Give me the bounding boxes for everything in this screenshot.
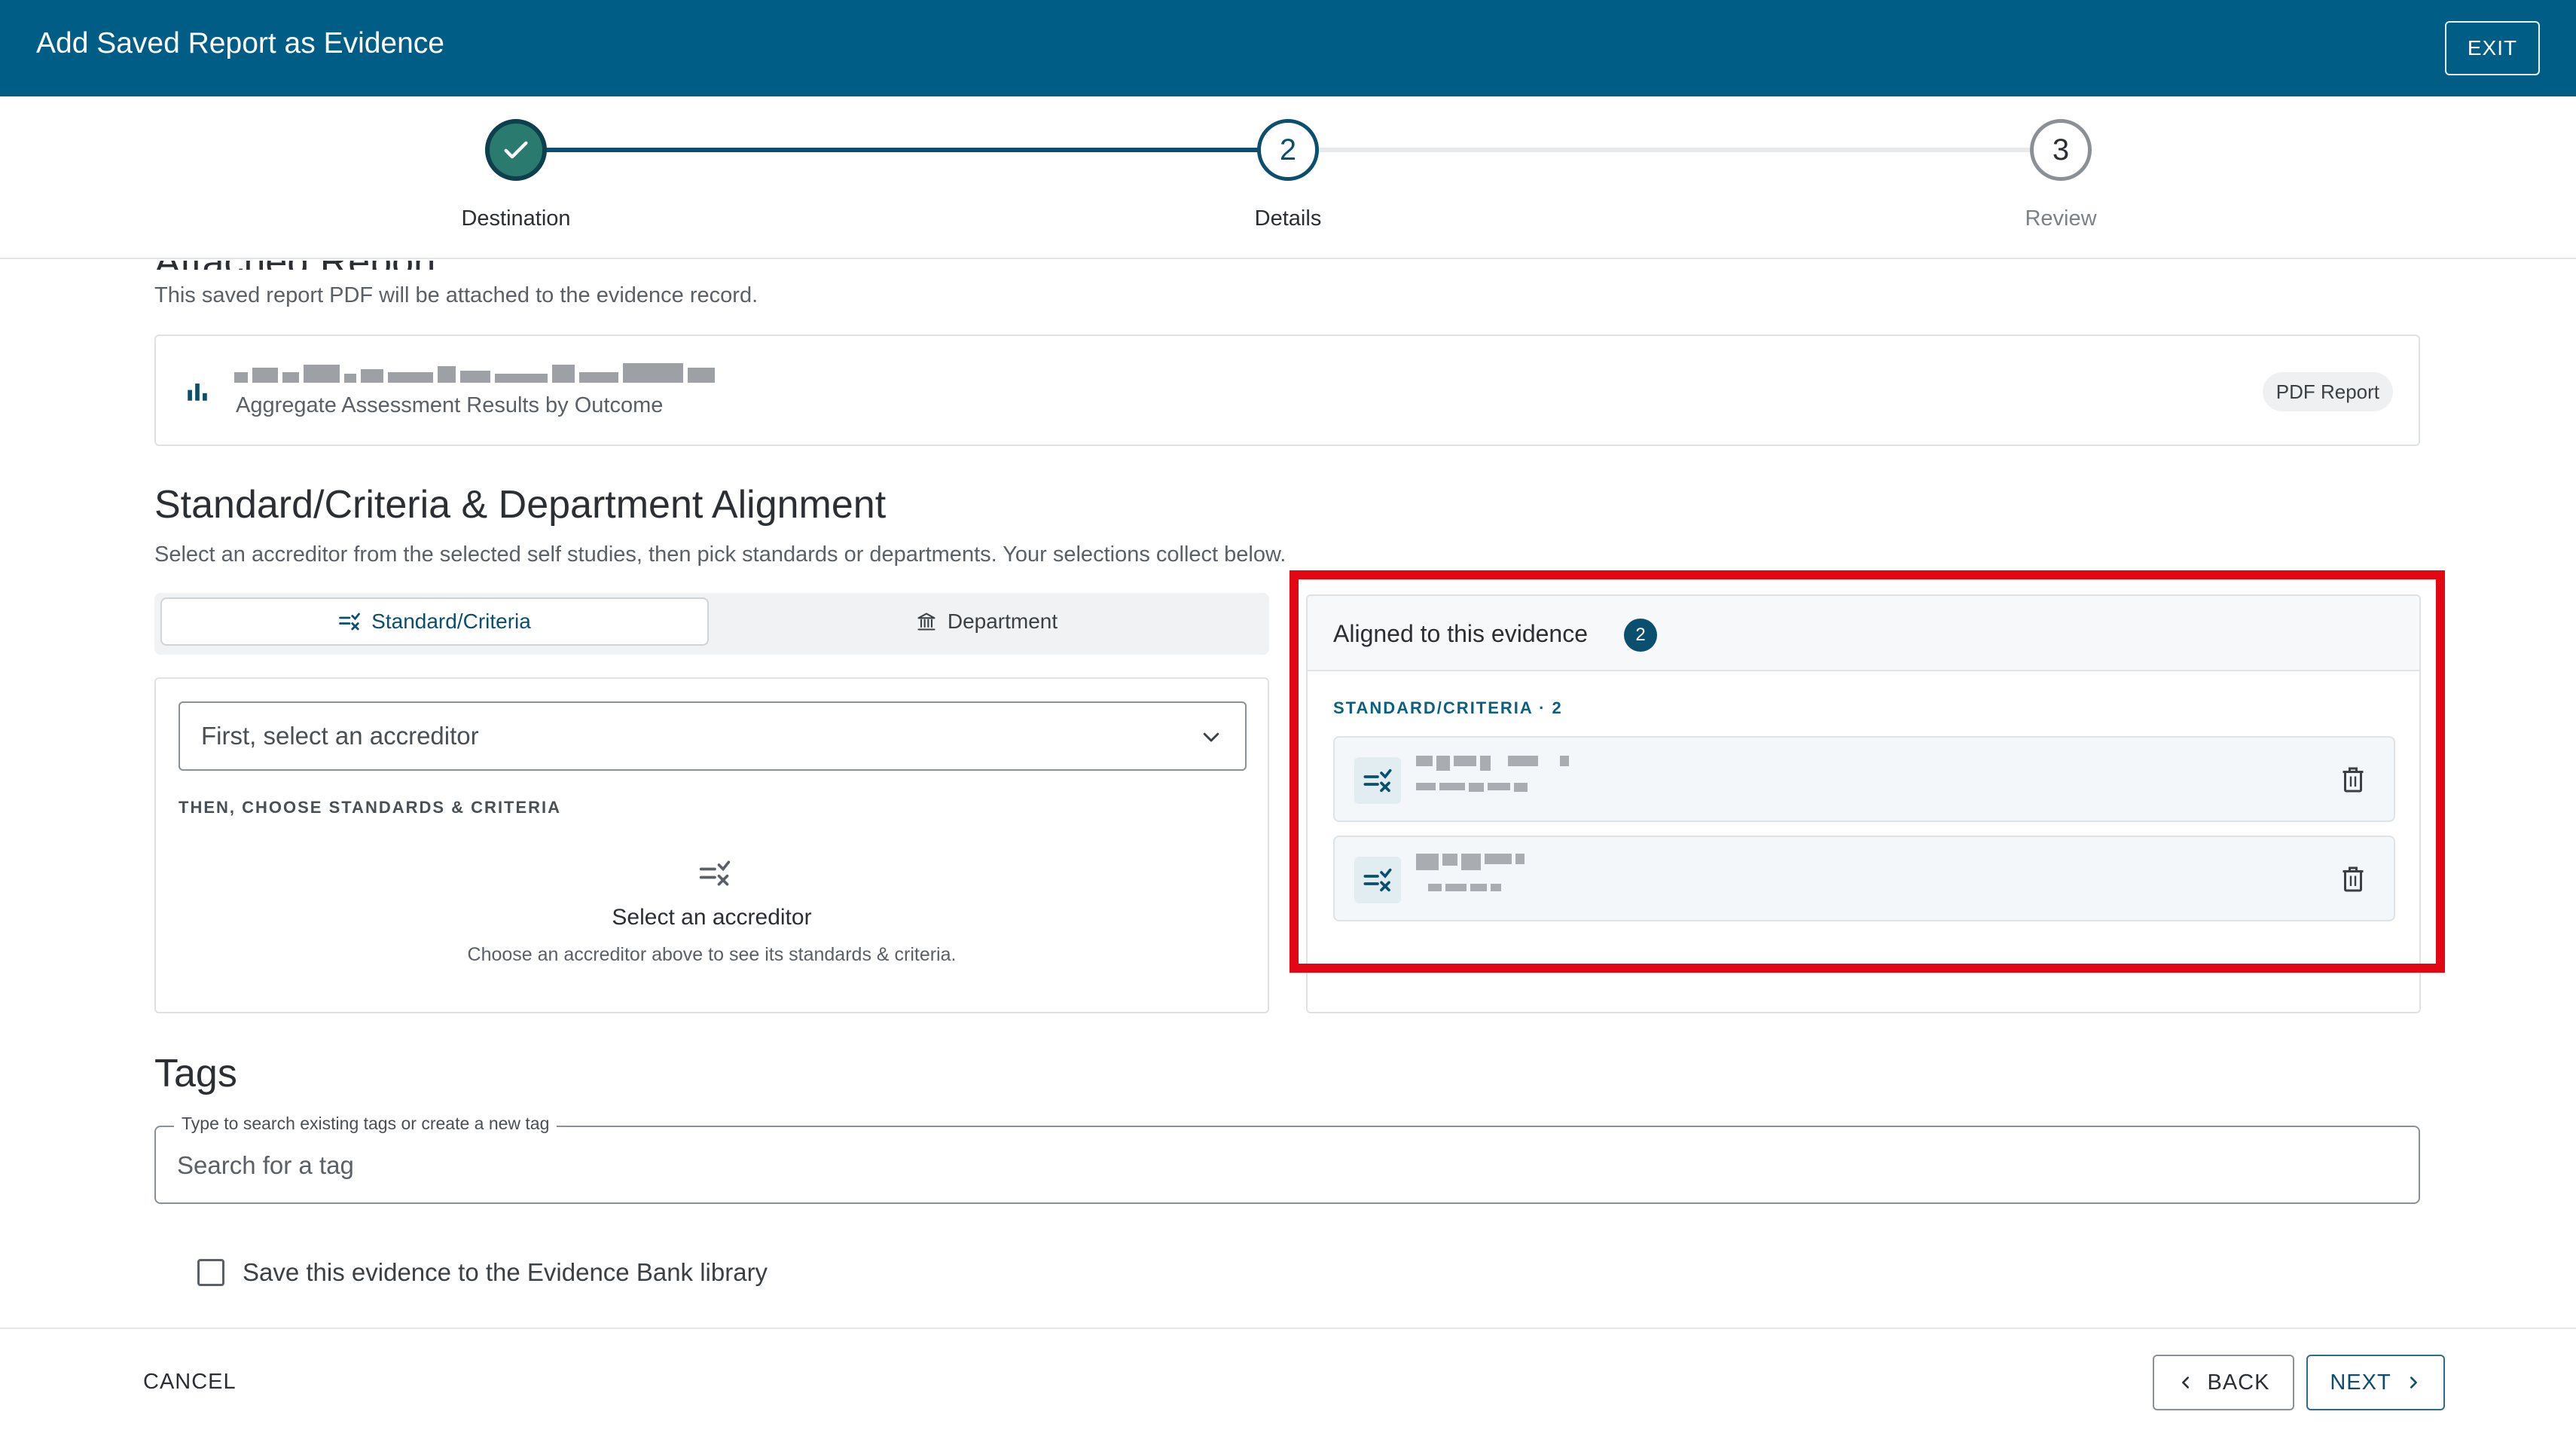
save-to-evidence-bank-label[interactable]: Save this evidence to the Evidence Bank … (243, 1258, 768, 1287)
tab-standard-criteria[interactable]: Standard/Criteria (160, 597, 709, 646)
chevron-down-icon (1203, 732, 1219, 742)
page-title: Add Saved Report as Evidence (36, 27, 445, 60)
tag-field-legend: Type to search existing tags or create a… (174, 1114, 557, 1134)
app-header: Add Saved Report as Evidence EXIT (0, 0, 2576, 96)
step-1-label: Destination (461, 206, 571, 231)
step-2-circle[interactable]: 2 (1257, 119, 1319, 181)
chevron-right-icon (2410, 1376, 2417, 1389)
report-subtitle: Aggregate Assessment Results by Outcome (236, 393, 664, 417)
report-title-redacted (234, 359, 715, 383)
next-button-label: NEXT (2330, 1370, 2391, 1395)
stepper-connector-pending (1318, 148, 2031, 152)
tag-search-input[interactable] (177, 1148, 2391, 1183)
next-button[interactable]: NEXT (2306, 1355, 2445, 1410)
alignment-title: Standard/Criteria & Department Alignment (154, 483, 887, 527)
institution-icon (917, 613, 935, 631)
stepper-connector-complete (546, 148, 1258, 152)
wizard-footer: CANCEL BACK NEXT (0, 1328, 2576, 1433)
accreditor-select-value: First, select an accreditor (201, 722, 479, 750)
back-button[interactable]: BACK (2153, 1355, 2294, 1410)
highlight-annotation (1290, 570, 2445, 973)
attached-report-card: Aggregate Assessment Results by Outcome … (154, 335, 2420, 446)
bar-chart-icon (188, 383, 207, 401)
alignment-tabs: Standard/Criteria Department (154, 593, 1269, 655)
pdf-report-badge: PDF Report (2262, 372, 2393, 411)
tag-search-field: Type to search existing tags or create a… (154, 1114, 2420, 1204)
standards-picker-panel: First, select an accreditor THEN, CHOOSE… (154, 677, 1269, 1013)
empty-state-title: Select an accreditor (612, 905, 812, 930)
exit-button[interactable]: EXIT (2445, 21, 2540, 75)
step-3-label: Review (2025, 206, 2097, 231)
alignment-description: Select an accreditor from the selected s… (154, 542, 1286, 567)
attached-report-heading: Attached Report (154, 261, 531, 270)
step-3-circle[interactable]: 3 (2030, 119, 2092, 181)
step-2-label: Details (1254, 206, 1322, 231)
standards-icon (699, 860, 731, 886)
back-button-label: BACK (2207, 1370, 2270, 1395)
save-to-evidence-bank-checkbox[interactable] (197, 1259, 224, 1286)
progress-stepper: 2 3 Destination Details Review (0, 96, 2576, 259)
tags-title: Tags (154, 1052, 237, 1095)
chevron-left-icon (2181, 1376, 2189, 1389)
tab-department-label: Department (947, 610, 1058, 633)
standards-icon (339, 613, 361, 631)
choose-standards-label: THEN, CHOOSE STANDARDS & CRITERIA (179, 798, 562, 817)
empty-state-subtitle: Choose an accreditor above to see its st… (467, 944, 957, 965)
attached-report-description: This saved report PDF will be attached t… (154, 283, 758, 307)
tab-standard-criteria-label: Standard/Criteria (371, 610, 531, 633)
tab-department[interactable]: Department (712, 597, 1262, 646)
step-1-complete[interactable] (485, 119, 547, 181)
attached-report-heading-text: Attached Report (154, 261, 438, 270)
checkmark-icon (504, 141, 528, 159)
accreditor-select[interactable]: First, select an accreditor (179, 701, 1247, 771)
cancel-button[interactable]: CANCEL (143, 1370, 237, 1395)
